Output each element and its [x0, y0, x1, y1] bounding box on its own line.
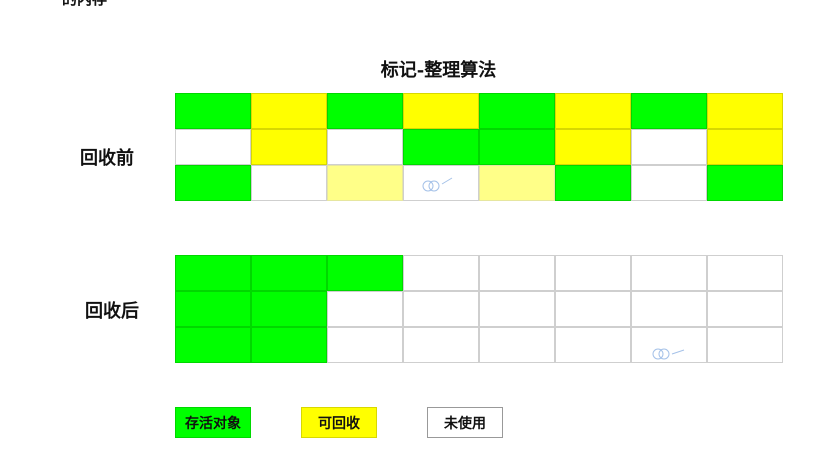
- after-cell-free: [403, 255, 479, 291]
- before-cell-live: [327, 93, 403, 129]
- before-cell-garbage: [403, 93, 479, 129]
- before-cell-live: [631, 93, 707, 129]
- after-cell-free: [555, 255, 631, 291]
- after-cell-free: [479, 255, 555, 291]
- diagram-title: 标记-整理算法: [380, 60, 497, 81]
- watermark-icon: [652, 348, 685, 360]
- after-cell-live: [175, 255, 251, 291]
- after-cell-live: [251, 255, 327, 291]
- after-memory-grid: [175, 255, 783, 363]
- before-cell-garbage: [555, 129, 631, 165]
- before-cell-garbage: [251, 129, 327, 165]
- legend-free: 未使用: [427, 407, 503, 438]
- clipped-heading: 的内存: [62, 0, 107, 9]
- before-cell-free: [251, 165, 327, 201]
- before-cell-live: [479, 129, 555, 165]
- before-cell-live: [175, 165, 251, 201]
- after-cell-free: [479, 291, 555, 327]
- before-cell-free: [175, 129, 251, 165]
- after-cell-free: [631, 291, 707, 327]
- after-cell-live: [251, 327, 327, 363]
- before-cell-live: [175, 93, 251, 129]
- after-cell-free: [707, 327, 783, 363]
- before-cell-live: [555, 165, 631, 201]
- after-cell-free: [707, 291, 783, 327]
- before-cell-garbage: [555, 93, 631, 129]
- after-cell-free: [707, 255, 783, 291]
- legend-live: 存活对象: [175, 407, 251, 438]
- before-cell-garbage-light: [327, 165, 403, 201]
- after-label: 回收后: [85, 301, 139, 322]
- before-cell-live: [479, 93, 555, 129]
- before-cell-live: [707, 165, 783, 201]
- before-cell-garbage: [251, 93, 327, 129]
- after-cell-live: [251, 291, 327, 327]
- before-cell-free: [631, 129, 707, 165]
- after-cell-live: [327, 255, 403, 291]
- legend: 存活对象 可回收 未使用: [175, 407, 503, 438]
- before-cell-garbage: [707, 93, 783, 129]
- before-cell-free: [631, 165, 707, 201]
- before-cell-garbage: [707, 129, 783, 165]
- after-cell-live: [175, 327, 251, 363]
- before-cell-live: [403, 129, 479, 165]
- after-cell-free: [403, 291, 479, 327]
- after-cell-free: [327, 327, 403, 363]
- after-cell-free: [403, 327, 479, 363]
- after-cell-free: [555, 327, 631, 363]
- watermark-icon: [422, 177, 453, 192]
- legend-garbage: 可回收: [301, 407, 377, 438]
- after-cell-free: [555, 291, 631, 327]
- after-cell-free: [327, 291, 403, 327]
- after-cell-free: [631, 255, 707, 291]
- before-memory-grid: [175, 93, 783, 201]
- before-cell-free: [327, 129, 403, 165]
- after-cell-free: [479, 327, 555, 363]
- before-cell-garbage-light: [479, 165, 555, 201]
- before-label: 回收前: [80, 148, 134, 169]
- after-cell-live: [175, 291, 251, 327]
